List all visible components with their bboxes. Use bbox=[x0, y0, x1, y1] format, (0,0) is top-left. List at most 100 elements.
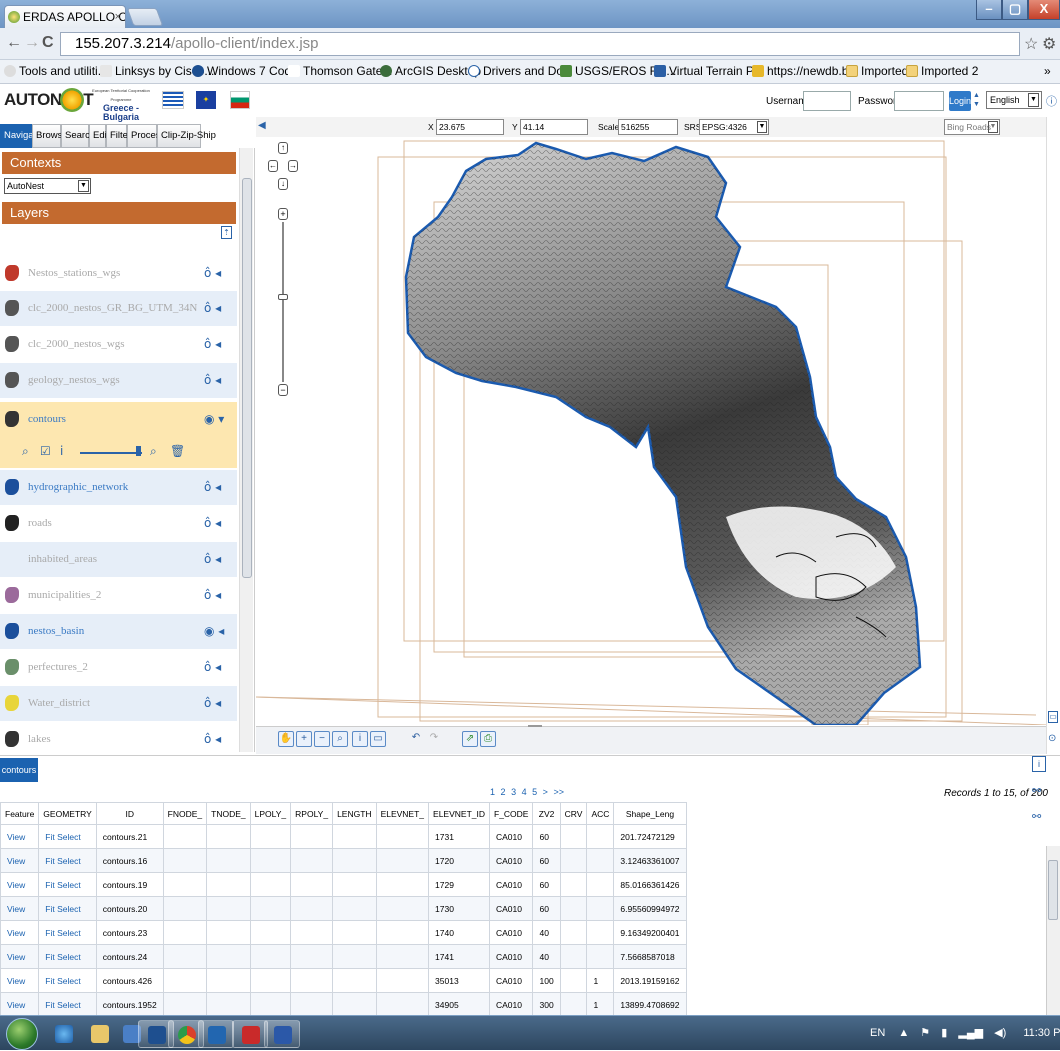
x-coordinate-field[interactable]: 23.675 bbox=[436, 119, 504, 135]
zoom-out-icon[interactable]: − bbox=[314, 731, 330, 747]
maximize-button[interactable]: ▢ bbox=[1002, 0, 1028, 20]
visibility-off-icon[interactable]: ô ◂ bbox=[204, 722, 221, 752]
column-header[interactable]: ELEVNET_ bbox=[375, 802, 430, 825]
layer-item[interactable]: perfectures_2 ô ◂ bbox=[0, 650, 237, 685]
column-header[interactable]: LENGTH bbox=[332, 802, 377, 825]
zoom-in-icon[interactable]: + bbox=[296, 731, 312, 747]
context-select[interactable]: AutoNest ▼ bbox=[4, 178, 91, 194]
scale-field[interactable]: 516255 bbox=[618, 119, 678, 135]
tab-clip-zip-ship[interactable]: Clip-Zip-Ship bbox=[157, 124, 216, 148]
layer-item[interactable]: clc_2000_nestos_wgs ô ◂ bbox=[0, 327, 237, 362]
column-header[interactable]: CRV bbox=[559, 802, 588, 825]
pan-left-icon[interactable]: ← bbox=[268, 160, 278, 172]
map-canvas[interactable] bbox=[256, 137, 1046, 725]
column-header[interactable]: ZV2 bbox=[532, 802, 561, 825]
password-input[interactable] bbox=[894, 91, 944, 111]
view-link[interactable]: View bbox=[0, 992, 40, 1017]
minimize-button[interactable]: – bbox=[976, 0, 1002, 20]
visibility-off-icon[interactable]: ô ◂ bbox=[204, 291, 221, 326]
layer-item[interactable]: Nestos_stations_wgs ô ◂ bbox=[0, 256, 237, 291]
undo-icon[interactable]: ↶ bbox=[408, 731, 424, 747]
layer-item[interactable]: municipalities_2 ô ◂ bbox=[0, 578, 237, 613]
scrollbar-thumb[interactable] bbox=[242, 178, 252, 578]
measure-icon[interactable]: ▭ bbox=[370, 731, 386, 747]
visibility-on-icon[interactable]: ◉ ◂ bbox=[204, 614, 224, 649]
view-link[interactable]: View bbox=[0, 896, 40, 921]
page-link[interactable]: 4 bbox=[522, 787, 527, 797]
layer-scrollbar[interactable] bbox=[239, 148, 253, 752]
layer-item[interactable]: roads ô ◂ bbox=[0, 506, 237, 541]
layer-item[interactable]: hydrographic_network ô ◂ bbox=[0, 470, 237, 505]
pan-up-icon[interactable]: ↑ bbox=[278, 142, 288, 154]
visibility-off-icon[interactable]: ô ◂ bbox=[204, 578, 221, 613]
opacity-slider[interactable] bbox=[80, 452, 142, 454]
layer-upload-icon[interactable]: ⇡ bbox=[221, 226, 232, 239]
fit-select-link[interactable]: Fit Select bbox=[38, 872, 97, 897]
splitter-handle[interactable] bbox=[528, 725, 542, 727]
bookmark-folder[interactable]: Imported bbox=[846, 64, 908, 78]
visibility-on-icon[interactable]: ◉ ▾ bbox=[204, 402, 224, 437]
bookmark-folder[interactable]: Imported 2 bbox=[906, 64, 978, 78]
zoom-out-button[interactable]: − bbox=[278, 384, 288, 396]
zoom-in-button[interactable]: + bbox=[278, 208, 288, 220]
last-page-link[interactable]: >> bbox=[553, 787, 564, 797]
view-link[interactable]: View bbox=[0, 824, 40, 849]
fit-select-link[interactable]: Fit Select bbox=[38, 944, 97, 969]
tray-arrow-icon[interactable]: ▲ bbox=[898, 1027, 909, 1039]
binoculars-icon[interactable]: ⚯ bbox=[1032, 784, 1041, 797]
view-link[interactable]: View bbox=[0, 944, 40, 969]
close-window-button[interactable]: X bbox=[1028, 0, 1060, 20]
visibility-off-icon[interactable]: ô ◂ bbox=[204, 363, 221, 398]
srs-select[interactable]: EPSG:4326 ▼ bbox=[699, 119, 769, 135]
tab-edit[interactable]: Edit bbox=[89, 124, 109, 148]
visibility-off-icon[interactable]: ô ◂ bbox=[204, 470, 221, 505]
search-layer-icon[interactable]: ⌕ bbox=[150, 444, 157, 459]
taskbar-ie[interactable] bbox=[46, 1020, 82, 1048]
visibility-off-icon[interactable]: ô ◂ bbox=[204, 542, 221, 577]
pan-hand-icon[interactable]: ✋ bbox=[278, 731, 294, 747]
browser-tab[interactable]: ERDAS APOLLO Clien × bbox=[4, 5, 126, 28]
page-link[interactable]: 2 bbox=[501, 787, 506, 797]
page-link[interactable]: 5 bbox=[532, 787, 537, 797]
bookmark-item[interactable]: Tools and utiliti... bbox=[4, 64, 108, 78]
layer-item[interactable]: contours ◉ ▾ bbox=[0, 402, 237, 439]
layer-item[interactable]: nestos_basin ◉ ◂ bbox=[0, 614, 237, 649]
zoom-slider-handle[interactable] bbox=[278, 294, 288, 300]
bookmark-item[interactable]: Drivers and Do... bbox=[468, 64, 573, 78]
help-icon[interactable]: ⓘ bbox=[1046, 93, 1057, 109]
info-icon[interactable]: i bbox=[1032, 756, 1046, 772]
fit-select-link[interactable]: Fit Select bbox=[38, 968, 97, 993]
export-icon[interactable]: ⇗ bbox=[462, 731, 478, 747]
visibility-off-icon[interactable]: ô ◂ bbox=[204, 327, 221, 362]
results-scrollbar[interactable] bbox=[1046, 846, 1060, 1016]
new-tab-button[interactable] bbox=[126, 8, 164, 26]
layer-item[interactable]: clc_2000_nestos_GR_BG_UTM_34N ô ◂ bbox=[0, 291, 237, 326]
delete-icon[interactable]: 🗑 bbox=[170, 444, 185, 458]
forward-icon[interactable]: → bbox=[24, 34, 40, 52]
login-button[interactable]: Login bbox=[949, 91, 971, 111]
identify-icon[interactable]: i bbox=[352, 731, 368, 747]
taskbar-word[interactable] bbox=[264, 1020, 300, 1048]
pan-down-icon[interactable]: ↓ bbox=[278, 178, 288, 190]
taskbar-explorer[interactable] bbox=[82, 1020, 118, 1048]
volume-icon[interactable]: ◀) bbox=[994, 1027, 1006, 1039]
layer-item[interactable]: geology_nestos_wgs ô ◂ bbox=[0, 363, 237, 398]
tab-browse[interactable]: Browse bbox=[32, 124, 68, 148]
start-button[interactable] bbox=[6, 1018, 38, 1050]
visibility-off-icon[interactable]: ô ◂ bbox=[204, 506, 221, 541]
expand-icon[interactable]: ⊙ bbox=[1048, 733, 1056, 744]
column-header[interactable]: RPOLY_ bbox=[290, 802, 334, 825]
basemap-select[interactable]: Bing Roads ▼ bbox=[944, 119, 1000, 135]
visibility-off-icon[interactable]: ô ◂ bbox=[204, 650, 221, 685]
fit-select-link[interactable]: Fit Select bbox=[38, 824, 97, 849]
signal-icon[interactable]: ▂▄▆ bbox=[958, 1027, 983, 1039]
pan-right-icon[interactable]: → bbox=[288, 160, 298, 172]
taskbar-acrobat[interactable] bbox=[232, 1020, 268, 1048]
results-tab[interactable]: contours bbox=[0, 758, 38, 782]
layer-item[interactable]: Water_district ô ◂ bbox=[0, 686, 237, 721]
column-header[interactable]: ID bbox=[95, 802, 164, 825]
battery-icon[interactable]: ▮ bbox=[941, 1027, 947, 1039]
zoom-to-layer-icon[interactable]: ⌕ bbox=[22, 444, 29, 459]
tab-search[interactable]: Search bbox=[61, 124, 95, 148]
next-page-link[interactable]: > bbox=[543, 787, 548, 797]
